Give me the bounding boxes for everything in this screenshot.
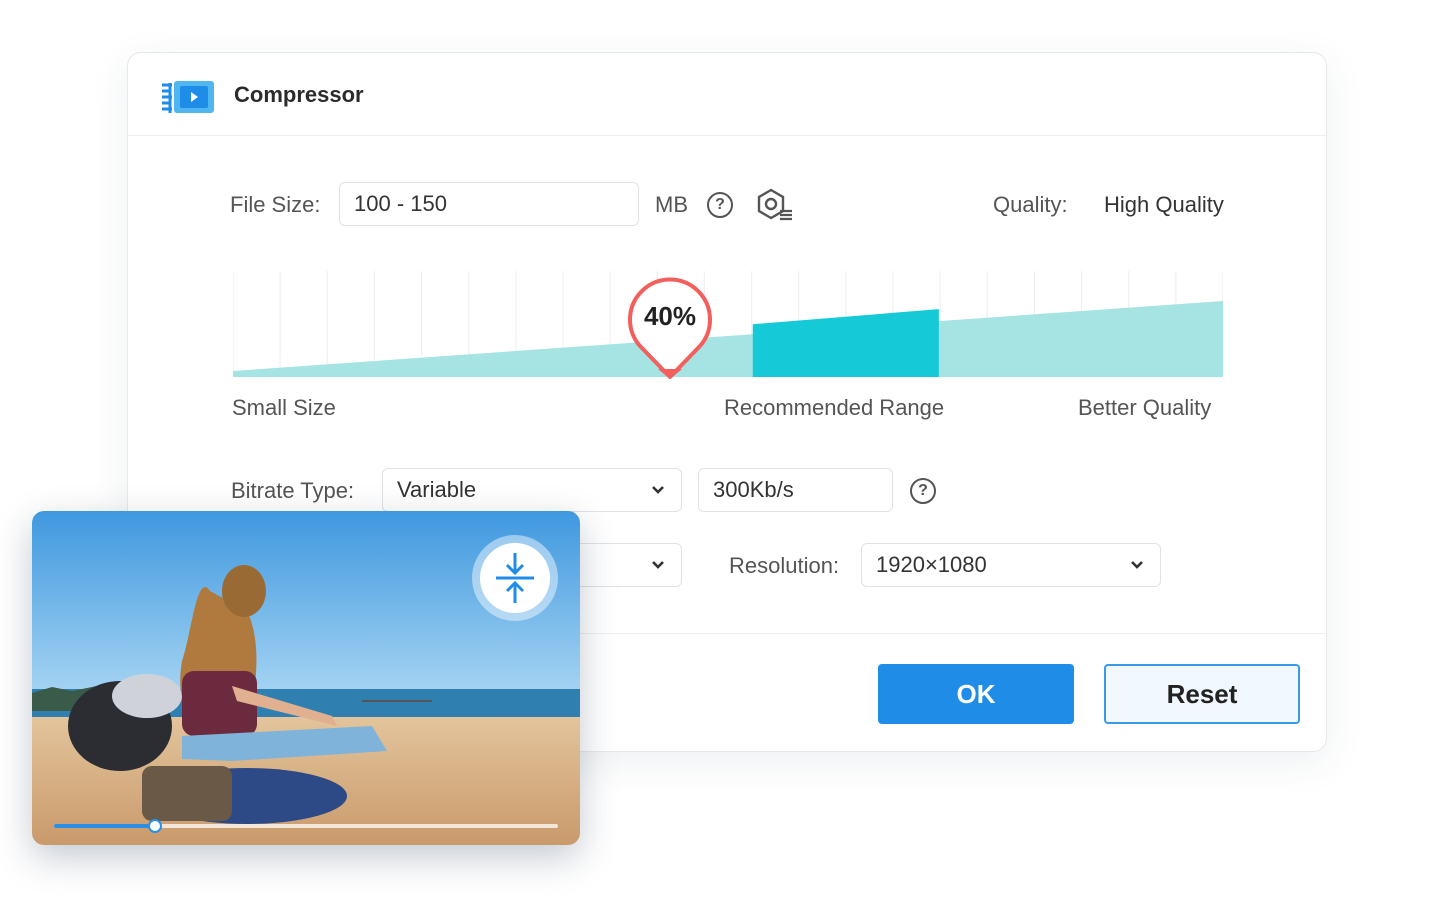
reset-button[interactable]: Reset <box>1104 664 1300 724</box>
video-compress-icon <box>162 81 214 113</box>
resolution-select[interactable]: 1920×1080 <box>861 543 1161 587</box>
bitrate-rate-input[interactable]: 300Kb/s <box>698 468 893 512</box>
resolution-label: Resolution: <box>729 553 840 578</box>
progress-handle[interactable] <box>147 819 162 833</box>
slider-value-label: 40% <box>643 301 697 331</box>
dialog-title: Compressor <box>234 82 364 107</box>
compress-arrows-icon <box>496 553 534 603</box>
ok-button[interactable]: OK <box>878 664 1074 724</box>
file-size-input[interactable]: 100 - 150 <box>339 182 639 226</box>
chevron-down-icon <box>1131 561 1143 569</box>
dialog-titlebar: Compressor <box>128 53 1326 136</box>
bitrate-type-select[interactable]: Variable <box>382 468 682 512</box>
progress-fill <box>54 824 155 828</box>
file-size-help-icon[interactable]: ? <box>707 192 733 218</box>
compress-button[interactable] <box>472 535 558 621</box>
compression-slider[interactable] <box>233 271 1223 381</box>
chevron-down-icon <box>652 561 664 569</box>
file-size-unit: MB <box>655 192 688 217</box>
playback-progress[interactable] <box>54 819 558 833</box>
bitrate-type-value: Variable <box>397 477 477 502</box>
file-size-label: File Size: <box>230 192 321 217</box>
slider-recommended-range <box>752 309 939 377</box>
bitrate-type-label: Bitrate Type: <box>231 478 355 503</box>
bitrate-help-icon[interactable]: ? <box>910 478 936 504</box>
resolution-value: 1920×1080 <box>876 552 987 577</box>
video-preview[interactable] <box>32 511 580 845</box>
quality-label: Quality: <box>993 192 1068 217</box>
settings-icon[interactable] <box>755 187 795 225</box>
chevron-down-icon <box>652 486 664 494</box>
slider-label-small-size: Small Size <box>232 395 336 420</box>
slider-label-recommended: Recommended Range <box>724 395 945 420</box>
quality-value: High Quality <box>1104 192 1224 217</box>
slider-label-better-quality: Better Quality <box>1078 395 1212 420</box>
slider-ramp <box>233 301 1223 377</box>
